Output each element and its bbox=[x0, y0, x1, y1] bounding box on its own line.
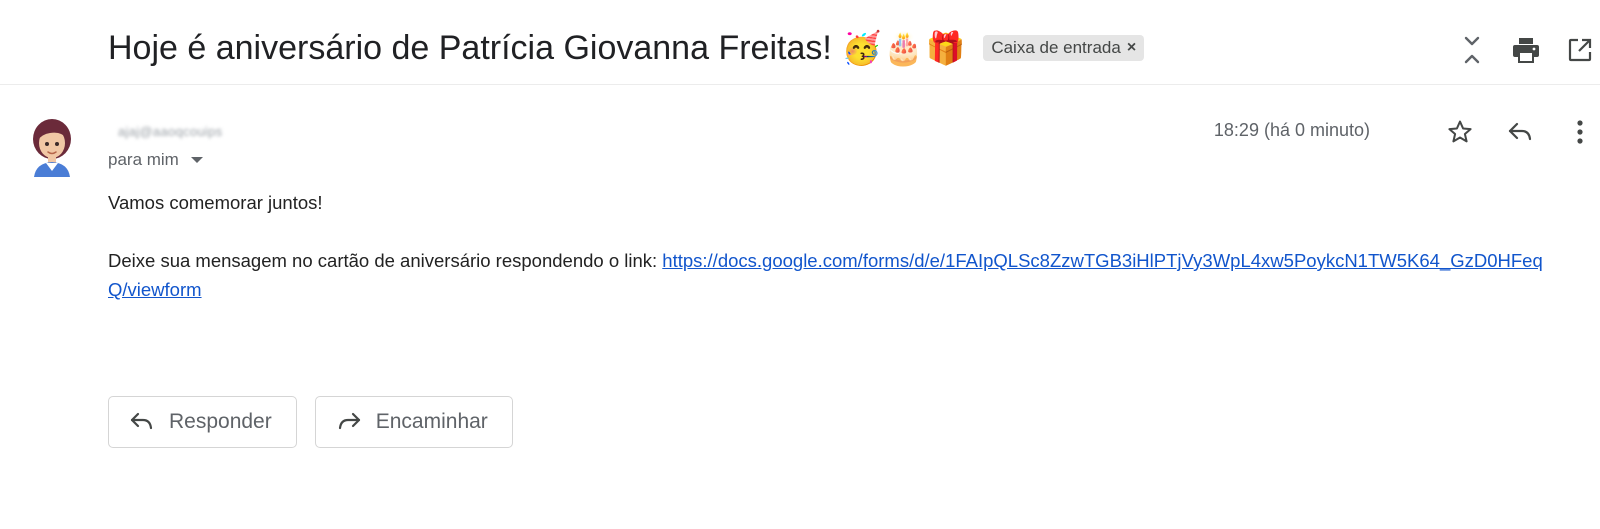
reply-icon bbox=[1508, 122, 1532, 141]
star-icon bbox=[1448, 120, 1472, 143]
print-icon bbox=[1513, 38, 1539, 63]
chevron-down-icon bbox=[190, 157, 203, 163]
more-options-button[interactable] bbox=[1560, 112, 1600, 152]
message-body: Vamos comemorar juntos! Deixe sua mensag… bbox=[108, 188, 1558, 304]
more-vert-icon bbox=[1577, 120, 1583, 144]
message-timestamp: 18:29 (há 0 minuto) bbox=[1213, 120, 1370, 140]
message-actions bbox=[1420, 112, 1600, 152]
remove-label-icon[interactable]: × bbox=[1127, 39, 1136, 57]
header-actions bbox=[1438, 30, 1600, 70]
collapse-all-button[interactable] bbox=[1452, 30, 1492, 70]
body-paragraph: Deixe sua mensagem no cartão de aniversá… bbox=[108, 246, 1558, 304]
body-text: Deixe sua mensagem no cartão de aniversá… bbox=[108, 250, 663, 271]
open-in-new-window-button[interactable] bbox=[1560, 30, 1600, 70]
forward-pill-label: Encaminhar bbox=[375, 410, 488, 433]
forward-pill-button[interactable]: Encaminhar bbox=[314, 396, 513, 448]
print-button[interactable] bbox=[1506, 30, 1546, 70]
email-header: Hoje é aniversário de Patrícia Giovanna … bbox=[0, 0, 1600, 85]
open-in-new-window-icon bbox=[1568, 38, 1592, 62]
avatar-icon bbox=[33, 119, 71, 177]
recipient-label: para mim bbox=[108, 150, 179, 169]
star-button[interactable] bbox=[1440, 112, 1480, 152]
email-subject: Hoje é aniversário de Patrícia Giovanna … bbox=[108, 28, 832, 67]
recipient-details-toggle[interactable]: para mim bbox=[108, 150, 203, 170]
subject-emojis: 🥳🎂🎁 bbox=[841, 30, 968, 66]
sender-avatar[interactable] bbox=[28, 117, 76, 177]
bottom-actions: Responder Encaminhar bbox=[108, 396, 531, 448]
body-paragraph: Vamos comemorar juntos! bbox=[108, 192, 323, 213]
email-view: Hoje é aniversário de Patrícia Giovanna … bbox=[0, 0, 1600, 529]
collapse-all-icon bbox=[1464, 36, 1480, 64]
reply-pill-label: Responder bbox=[169, 410, 272, 433]
sender-email: ajaj@aaoqcouips bbox=[118, 124, 223, 139]
reply-pill-button[interactable]: Responder bbox=[108, 396, 297, 448]
label-chip-text: Caixa de entrada bbox=[991, 38, 1121, 57]
label-chip-inbox[interactable]: Caixa de entrada × bbox=[983, 35, 1145, 61]
subject-line: Hoje é aniversário de Patrícia Giovanna … bbox=[108, 26, 1145, 70]
reply-icon bbox=[129, 409, 155, 435]
forward-icon bbox=[336, 409, 362, 435]
reply-button[interactable] bbox=[1500, 112, 1540, 152]
